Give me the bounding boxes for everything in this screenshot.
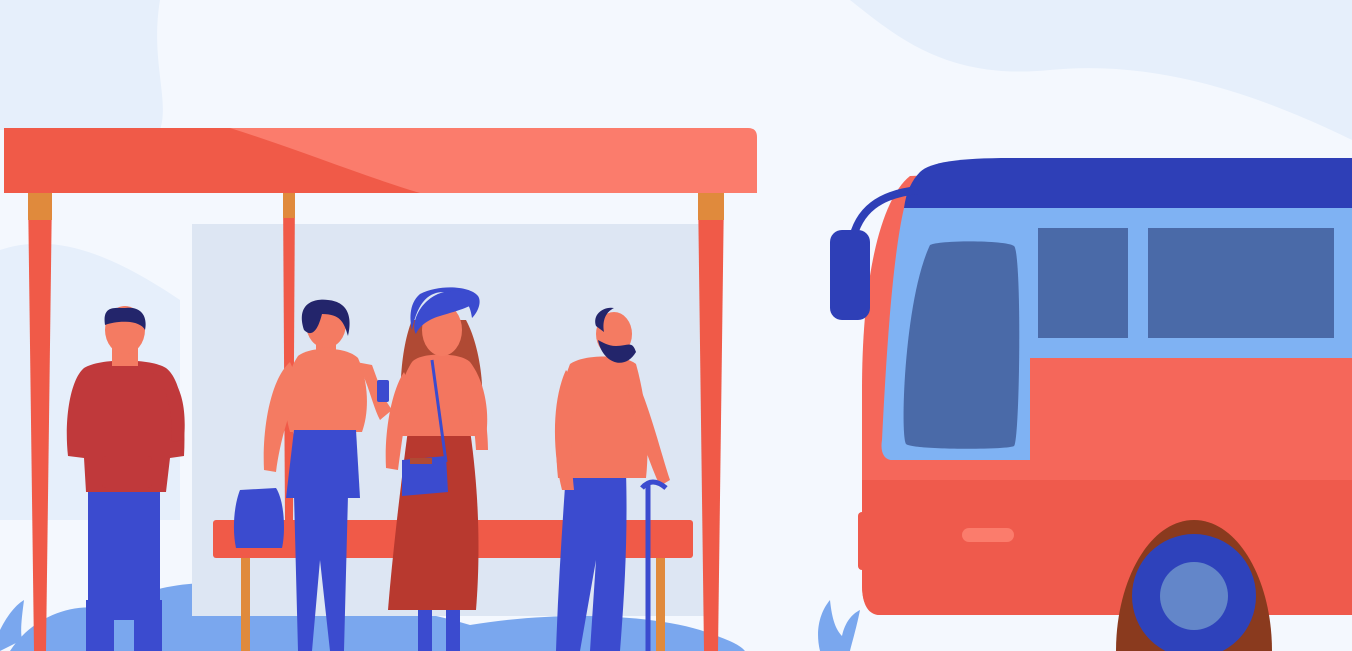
shelter-pole-middle-cap [283,192,295,218]
phone [377,380,389,402]
bus-stop-illustration [0,0,1352,651]
background-cloud-left [0,0,163,130]
bus-light [962,528,1014,542]
bus-window-2 [1148,228,1334,338]
bench-leg-left [241,558,250,651]
bus-window-1 [1038,228,1128,338]
bench-leg-right [656,558,665,651]
shelter-pole-left-cap [28,192,52,220]
bus-windshield [903,241,1020,449]
bus-mirror [830,230,870,320]
bus-wheel-hub [1160,562,1228,630]
bus-roof [904,158,1352,208]
handbag [233,488,284,548]
shelter-pole-right-cap [698,192,724,220]
bus-body-lower [862,480,1352,615]
bus [830,158,1352,651]
bus-bumper [858,512,886,570]
